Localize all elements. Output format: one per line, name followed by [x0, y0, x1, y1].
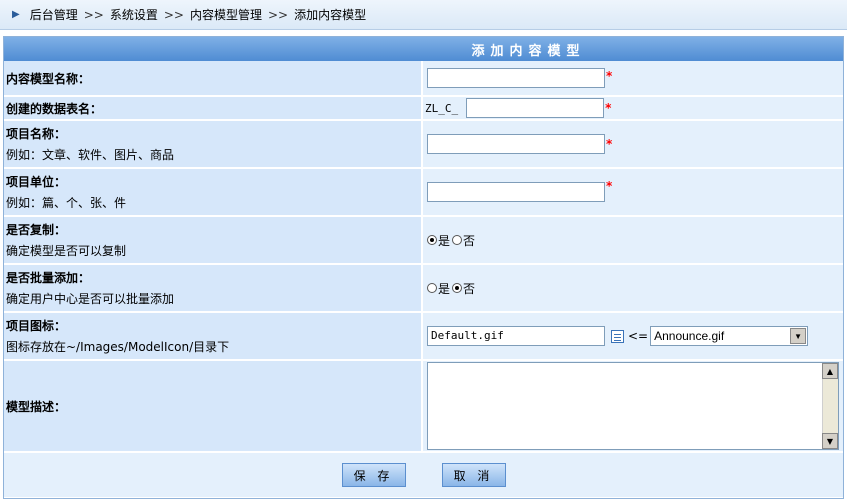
list-icon[interactable]: [611, 329, 624, 343]
value-cell: *: [423, 121, 843, 169]
row-allow-copy: 是否复制： 确定模型是否可以复制 是 否: [4, 217, 843, 265]
icon-path-input[interactable]: Default.gif: [427, 326, 605, 346]
label-cell: 内容模型名称：: [4, 61, 423, 97]
field-label: 项目图标：: [6, 319, 67, 333]
label-cell: 模型描述：: [4, 361, 423, 453]
item-unit-input[interactable]: [427, 182, 605, 202]
breadcrumb-separator: >>: [83, 7, 104, 22]
copy-yes-radio[interactable]: [427, 235, 437, 245]
label-cell: 项目名称： 例如：文章、软件、图片、商品: [4, 121, 423, 169]
form-panel: 添加内容模型 内容模型名称： * 创建的数据表名： ZL_C_ * 项目名称： …: [3, 36, 844, 499]
row-item-unit: 项目单位： 例如：篇、个、张、件 *: [4, 169, 843, 217]
icon-select[interactable]: Announce.gif ▼: [650, 326, 809, 346]
radio-label: 否: [463, 281, 476, 296]
field-hint: 例如：文章、软件、图片、商品: [6, 148, 175, 162]
required-mark: *: [606, 179, 613, 193]
batch-yes-radio[interactable]: [427, 283, 437, 293]
label-cell: 项目图标： 图标存放在~/Images/ModelIcon/目录下: [4, 313, 423, 361]
copy-no-radio[interactable]: [452, 235, 463, 245]
value-cell: *: [423, 61, 843, 97]
table-name-input[interactable]: [466, 98, 605, 118]
save-button[interactable]: 保 存: [341, 463, 406, 487]
label-cell: 是否批量添加： 确定用户中心是否可以批量添加: [4, 265, 423, 313]
value-cell: ▲ ▼: [423, 361, 843, 453]
breadcrumb-separator: >>: [163, 7, 184, 22]
play-arrow-icon: ▶: [12, 9, 20, 20]
radio-label: 否: [463, 233, 476, 248]
row-item-name: 项目名称： 例如：文章、软件、图片、商品 *: [4, 121, 843, 169]
scroll-up-icon[interactable]: ▲: [822, 363, 838, 379]
value-cell: 是 否: [423, 265, 843, 313]
breadcrumb-item[interactable]: 内容模型管理: [190, 6, 262, 23]
required-mark: *: [605, 101, 612, 115]
arrow-label: <=: [628, 329, 649, 343]
required-mark: *: [606, 69, 613, 83]
field-hint: 确定用户中心是否可以批量添加: [6, 292, 175, 306]
value-cell: 是 否: [423, 217, 843, 265]
field-label: 是否复制：: [6, 223, 67, 237]
description-textarea[interactable]: ▲ ▼: [427, 362, 839, 450]
field-label: 内容模型名称：: [6, 71, 91, 86]
breadcrumb: ▶ 后台管理 >> 系统设置 >> 内容模型管理 >> 添加内容模型: [0, 0, 847, 30]
select-value: Announce.gif: [654, 329, 725, 343]
item-name-input[interactable]: [427, 134, 605, 154]
radio-label: 是: [438, 281, 451, 296]
row-model-name: 内容模型名称： *: [4, 61, 843, 97]
breadcrumb-item[interactable]: 系统设置: [110, 6, 158, 23]
field-label: 是否批量添加：: [6, 271, 91, 285]
field-label: 模型描述：: [6, 399, 67, 414]
row-item-icon: 项目图标： 图标存放在~/Images/ModelIcon/目录下 Defaul…: [4, 313, 843, 361]
value-cell: *: [423, 169, 843, 217]
cancel-button[interactable]: 取 消: [441, 463, 506, 487]
row-batch-add: 是否批量添加： 确定用户中心是否可以批量添加 是 否: [4, 265, 843, 313]
batch-no-radio[interactable]: [452, 283, 463, 293]
button-row: 保 存 取 消: [4, 453, 843, 497]
field-label: 项目单位：: [6, 175, 67, 189]
label-cell: 项目单位： 例如：篇、个、张、件: [4, 169, 423, 217]
chevron-down-icon[interactable]: ▼: [790, 328, 807, 344]
required-mark: *: [606, 137, 613, 151]
row-model-description: 模型描述： ▲ ▼: [4, 361, 843, 453]
field-label: 创建的数据表名：: [6, 101, 103, 116]
radio-label: 是: [438, 233, 451, 248]
row-table-name: 创建的数据表名： ZL_C_ *: [4, 97, 843, 121]
value-cell: Default.gif <= Announce.gif ▼: [423, 313, 843, 361]
breadcrumb-item[interactable]: 后台管理: [30, 6, 78, 23]
label-cell: 创建的数据表名：: [4, 97, 423, 121]
breadcrumb-separator: >>: [267, 7, 289, 22]
label-cell: 是否复制： 确定模型是否可以复制: [4, 217, 423, 265]
table-prefix: ZL_C_: [425, 101, 459, 115]
scroll-down-icon[interactable]: ▼: [822, 433, 838, 449]
form-title: 添加内容模型: [471, 43, 586, 59]
form-title-bar: 添加内容模型: [4, 37, 843, 61]
field-hint: 确定模型是否可以复制: [6, 244, 127, 258]
field-label: 项目名称：: [6, 127, 67, 141]
field-hint: 例如：篇、个、张、件: [6, 196, 127, 210]
model-name-input[interactable]: [427, 68, 605, 88]
breadcrumb-current: 添加内容模型: [294, 8, 367, 22]
value-cell: ZL_C_ *: [423, 97, 843, 121]
field-hint: 图标存放在~/Images/ModelIcon/目录下: [6, 340, 230, 354]
